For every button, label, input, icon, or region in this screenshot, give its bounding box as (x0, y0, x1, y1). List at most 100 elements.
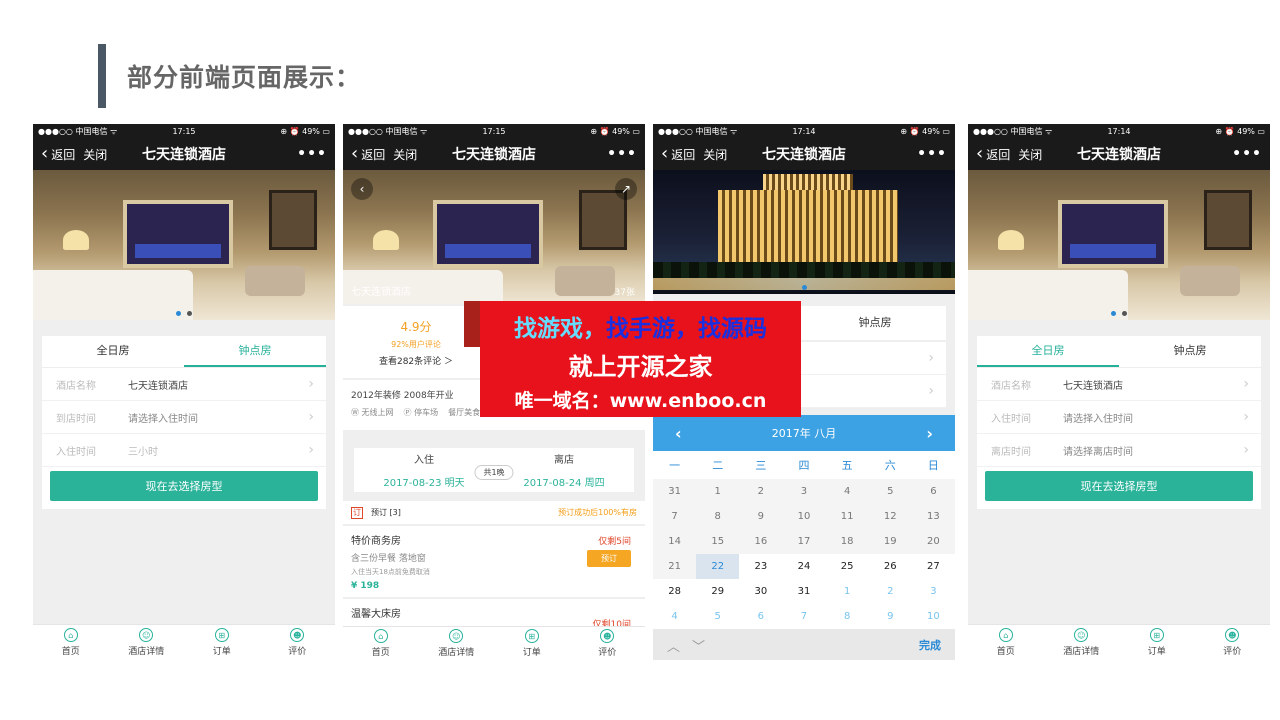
calendar-day[interactable]: 7 (782, 604, 826, 629)
calendar-day[interactable]: 23 (739, 554, 783, 579)
close-button[interactable]: 关闭 (703, 146, 727, 163)
hotel-photo[interactable]: ‹ ↗ 七天连锁酒店 37张 (343, 170, 645, 304)
tab-hourly[interactable]: 钟点房 (1119, 336, 1261, 367)
wifi-facility: Ⓦ 无线上网 (351, 408, 394, 417)
back-button[interactable]: ‹ 返回 (351, 145, 385, 163)
calendar-day[interactable]: 10 (782, 504, 825, 529)
more-icon[interactable]: ••• (297, 146, 327, 162)
calendar-day[interactable]: 8 (825, 604, 869, 629)
calendar-day[interactable]: 10 (911, 604, 955, 629)
tab-hourly[interactable]: 钟点房 (184, 336, 326, 367)
calendar-day[interactable]: 5 (696, 604, 740, 629)
back-button[interactable]: ‹ 返回 (661, 145, 695, 163)
choose-room-button[interactable]: 现在去选择房型 (50, 471, 318, 501)
checkin-time-row[interactable]: 入住时间 请选择入住时间 › (977, 401, 1261, 434)
tab-reviews[interactable]: ☻ 评价 (1195, 625, 1271, 660)
calendar-day[interactable]: 2 (739, 479, 782, 504)
carousel-dots (968, 311, 1270, 316)
calendar-day[interactable]: 21 (653, 554, 696, 579)
back-button[interactable]: ‹ 返回 (41, 145, 75, 163)
calendar-day[interactable]: 14 (653, 529, 696, 554)
more-icon[interactable]: ••• (917, 146, 947, 162)
tab-orders[interactable]: ⊞ 订单 (184, 625, 260, 660)
calendar-day[interactable]: 3 (782, 479, 825, 504)
calendar-day[interactable]: 24 (782, 554, 826, 579)
calendar-day[interactable]: 2 (868, 579, 912, 604)
hotel-name-row[interactable]: 酒店名称 七天连锁酒店 › (42, 368, 326, 401)
calendar-day[interactable]: 1 (825, 579, 869, 604)
room-item[interactable]: 特价商务房 含三份早餐 落地窗 入住当天18点前免费取消 ¥ 198 仅剩5间 … (343, 526, 645, 598)
room-item[interactable]: 温馨大床房 仅剩10间 (343, 599, 645, 630)
tab-home[interactable]: ⌂ 首页 (33, 625, 109, 660)
book-button[interactable]: 预订 (587, 550, 631, 567)
calendar-day[interactable]: 9 (868, 604, 912, 629)
calendar-day[interactable]: 5 (869, 479, 912, 504)
calendar-day[interactable]: 12 (869, 504, 912, 529)
choose-room-button[interactable]: 现在去选择房型 (985, 471, 1253, 501)
date-selector[interactable]: 入住 2017-08-23 明天 离店 2017-08-24 周四 共1晚 (353, 447, 635, 493)
calendar-day[interactable]: 4 (653, 604, 697, 629)
close-button[interactable]: 关闭 (393, 146, 417, 163)
tab-all-day[interactable]: 全日房 (42, 336, 184, 367)
next-month-icon[interactable]: › (926, 424, 933, 443)
calendar-day[interactable]: 17 (782, 529, 825, 554)
tab-reviews[interactable]: ☻ 评价 (260, 625, 336, 660)
done-button[interactable]: 完成 (919, 637, 941, 653)
tab-hourly[interactable]: 钟点房 (804, 306, 946, 340)
chevron-down-icon[interactable]: ﹀ (692, 636, 705, 655)
calendar-day[interactable]: 4 (826, 479, 869, 504)
calendar-day[interactable]: 6 (912, 479, 955, 504)
tab-all-day[interactable]: 全日房 (977, 336, 1119, 367)
arrival-time-row[interactable]: 到店时间 请选择入住时间 › (42, 401, 326, 434)
calendar-day[interactable]: 19 (869, 529, 912, 554)
calendar-day[interactable]: 15 (696, 529, 739, 554)
hotel-name-row[interactable]: 酒店名称 七天连锁酒店 › (977, 368, 1261, 401)
calendar-day[interactable]: 25 (825, 554, 869, 579)
chevron-up-icon[interactable]: ︿ (667, 636, 680, 655)
tab-home[interactable]: ⌂ 首页 (968, 625, 1044, 660)
more-icon[interactable]: ••• (1232, 146, 1262, 162)
tab-hotel-details[interactable]: ☺ 酒店详情 (419, 627, 495, 660)
close-button[interactable]: 关闭 (1018, 146, 1042, 163)
tab-home[interactable]: ⌂ 首页 (343, 627, 419, 660)
tab-orders[interactable]: ⊞ 订单 (494, 627, 570, 660)
calendar-day[interactable]: 28 (653, 579, 697, 604)
calendar-day[interactable]: 16 (739, 529, 782, 554)
calendar-day[interactable]: 31 (782, 579, 826, 604)
more-icon[interactable]: ••• (607, 146, 637, 162)
calendar-day[interactable]: 3 (911, 579, 955, 604)
calendar-day[interactable]: 13 (912, 504, 955, 529)
calendar-day[interactable]: 26 (868, 554, 912, 579)
tab-reviews[interactable]: ☻ 评价 (570, 627, 646, 660)
photo-count[interactable]: 37张 (615, 285, 635, 298)
view-reviews-link[interactable]: 查看282条评论 ＞ (379, 354, 453, 367)
calendar-day[interactable]: 18 (826, 529, 869, 554)
hotel-photo[interactable] (33, 170, 335, 320)
checkout-time-row[interactable]: 离店时间 请选择离店时间 › (977, 434, 1261, 467)
hotel-photo[interactable] (968, 170, 1270, 320)
calendar-day[interactable]: 7 (653, 504, 696, 529)
calendar-day[interactable]: 22 (696, 554, 740, 579)
calendar-day[interactable]: 1 (696, 479, 739, 504)
tab-hotel-details[interactable]: ☺ 酒店详情 (109, 625, 185, 660)
calendar-day[interactable]: 11 (826, 504, 869, 529)
back-button[interactable]: ‹ 返回 (976, 145, 1010, 163)
prev-month-icon[interactable]: ‹ (675, 424, 682, 443)
calendar-day[interactable]: 30 (739, 579, 783, 604)
calendar-day[interactable]: 9 (739, 504, 782, 529)
hotel-exterior-photo[interactable] (653, 170, 955, 294)
stay-duration-row[interactable]: 入住时间 三小时 › (42, 434, 326, 467)
calendar-day[interactable]: 8 (696, 504, 739, 529)
calendar-day[interactable]: 6 (739, 604, 783, 629)
tab-hotel-details[interactable]: ☺ 酒店详情 (1044, 625, 1120, 660)
photo-back-icon[interactable]: ‹ (351, 178, 373, 200)
tab-orders[interactable]: ⊞ 订单 (1119, 625, 1195, 660)
status-bar: ●●●○○ 中国电信 ᯤ 17:14 ⊕ ⏰ 49% ▭ (968, 124, 1270, 138)
close-button[interactable]: 关闭 (83, 146, 107, 163)
photo-caption: 七天连锁酒店 (351, 287, 411, 298)
calendar-day[interactable]: 29 (696, 579, 740, 604)
share-icon[interactable]: ↗ (615, 178, 637, 200)
calendar-day[interactable]: 27 (911, 554, 955, 579)
calendar-day[interactable]: 31 (653, 479, 696, 504)
calendar-day[interactable]: 20 (912, 529, 955, 554)
